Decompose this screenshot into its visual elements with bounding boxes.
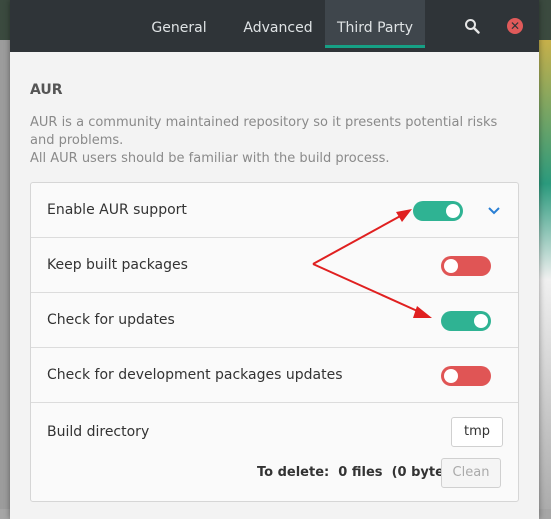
setting-row-keep-built: Keep built packages <box>31 238 518 293</box>
setting-label: Enable AUR support <box>47 202 187 218</box>
enable-aur-toggle[interactable] <box>413 201 463 221</box>
setting-row-check-updates: Check for updates <box>31 293 518 348</box>
clean-button[interactable]: Clean <box>441 458 501 488</box>
to-delete-summary: To delete: 0 files (0 bytes) <box>257 458 458 488</box>
to-delete-prefix: To delete: <box>257 465 330 480</box>
check-devel-toggle[interactable] <box>441 366 491 386</box>
tab-advanced[interactable]: Advanced <box>236 0 320 48</box>
wallpaper-left <box>0 40 10 519</box>
close-icon[interactable]: ✕ <box>503 14 527 38</box>
check-updates-toggle[interactable] <box>441 311 491 331</box>
aur-settings-card: Enable AUR support Keep built packages C… <box>30 182 519 502</box>
chevron-down-icon[interactable] <box>486 203 502 219</box>
setting-label: Check for development packages updates <box>47 367 343 383</box>
build-directory-button[interactable]: tmp <box>451 417 503 447</box>
header-bar: General Advanced Third Party ✕ <box>10 0 539 52</box>
setting-label: Keep built packages <box>47 257 188 273</box>
wallpaper-right <box>539 40 551 519</box>
setting-row-build-directory: Build directory tmp To delete: 0 files (… <box>31 403 518 500</box>
setting-label: Check for updates <box>47 312 175 328</box>
preferences-window: General Advanced Third Party ✕ AUR AUR i… <box>10 0 539 519</box>
search-icon[interactable] <box>460 14 484 38</box>
setting-label: Build directory <box>47 424 150 440</box>
section-description: AUR is a community maintained repository… <box>30 114 500 168</box>
tab-general[interactable]: General <box>140 0 218 48</box>
setting-row-enable-aur: Enable AUR support <box>31 183 518 238</box>
description-line-1: AUR is a community maintained repository… <box>30 115 498 148</box>
setting-row-check-devel: Check for development packages updates <box>31 348 518 403</box>
tab-third-party[interactable]: Third Party <box>325 0 425 48</box>
section-title: AUR <box>30 82 63 98</box>
to-delete-files: 0 files <box>338 465 383 480</box>
description-line-2: All AUR users should be familiar with th… <box>30 151 390 166</box>
keep-built-toggle[interactable] <box>441 256 491 276</box>
